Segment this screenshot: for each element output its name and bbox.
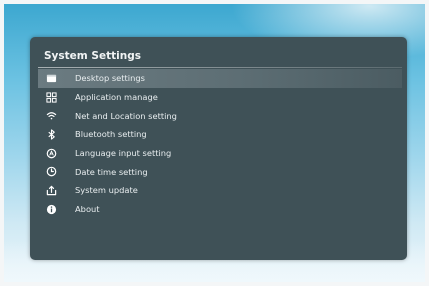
menu-item-date-time[interactable]: Date time setting [38,162,402,181]
settings-menu: Desktop settings Application manage Net … [38,69,402,219]
update-icon [44,183,58,197]
title-divider [38,67,402,68]
info-icon [44,202,58,216]
menu-item-application-manage[interactable]: Application manage [38,88,402,107]
bluetooth-icon [44,127,58,141]
menu-item-label: Application manage [75,92,158,103]
apps-grid-icon [44,90,58,104]
menu-item-label: About [75,204,100,215]
menu-item-label: Bluetooth setting [75,129,147,140]
menu-item-label: Date time setting [75,166,148,177]
menu-item-desktop-settings[interactable]: Desktop settings [38,69,402,88]
menu-item-language-input[interactable]: Language input setting [38,144,402,163]
menu-item-net-location[interactable]: Net and Location setting [38,106,402,125]
menu-item-system-update[interactable]: System update [38,181,402,200]
menu-item-label: Net and Location setting [75,110,177,121]
menu-item-label: Language input setting [75,148,172,159]
menu-item-label: System update [75,185,138,196]
desktop-icon [44,71,58,85]
system-settings-panel: System Settings Desktop settings Applica… [30,37,407,260]
wifi-icon [44,109,58,123]
language-icon [44,146,58,160]
clock-icon [44,165,58,179]
panel-title: System Settings [44,50,141,62]
menu-item-label: Desktop settings [75,73,145,84]
menu-item-about[interactable]: About [38,200,402,219]
menu-item-bluetooth[interactable]: Bluetooth setting [38,125,402,144]
